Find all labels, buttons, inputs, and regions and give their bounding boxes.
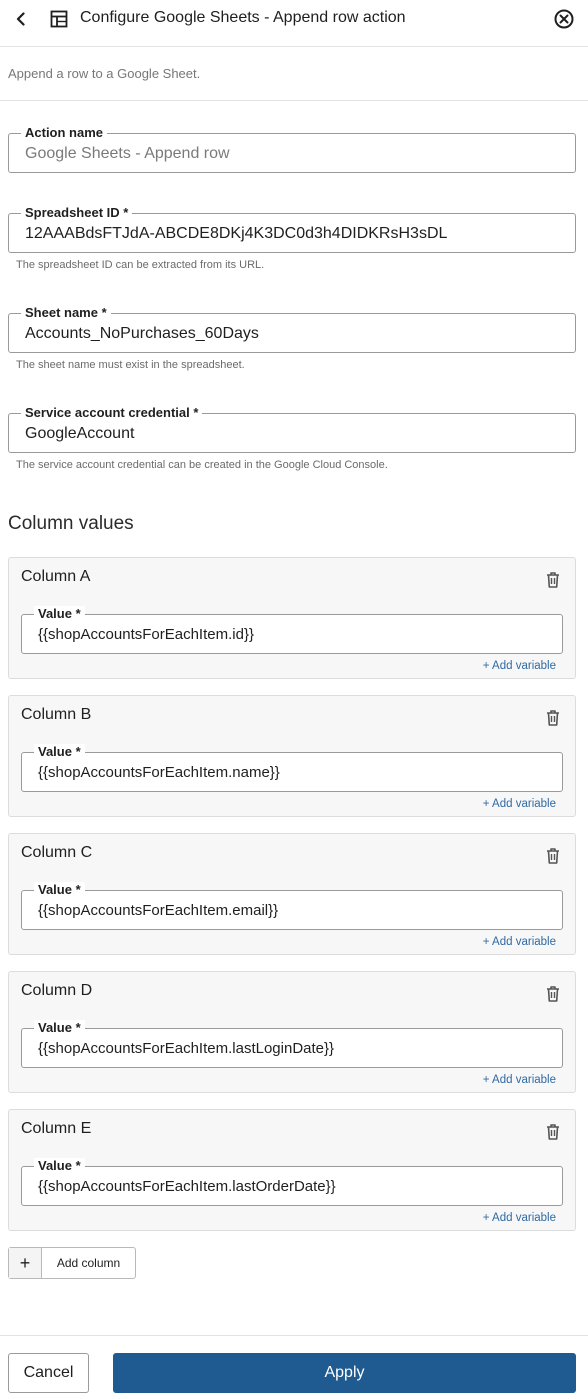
value-label: Value *: [34, 882, 85, 898]
trash-icon[interactable]: [545, 847, 561, 865]
credential-hint: The service account credential can be cr…: [16, 459, 388, 471]
credential-value: GoogleAccount: [25, 425, 135, 442]
column-value: {{shopAccountsForEachItem.lastOrderDate}…: [38, 1178, 336, 1195]
trash-icon[interactable]: [545, 1123, 561, 1141]
column-value-input[interactable]: Value * {{shopAccountsForEachItem.lastOr…: [21, 1158, 563, 1206]
action-name-field[interactable]: Action name Google Sheets - Append row: [8, 125, 576, 173]
dialog-footer: Cancel Apply: [0, 1335, 588, 1399]
sheet-name-value: Accounts_NoPurchases_60Days: [25, 325, 259, 342]
column-title: Column A: [21, 568, 91, 585]
column-title: Column C: [21, 844, 93, 861]
action-name-label: Action name: [21, 125, 108, 141]
action-name-placeholder: Google Sheets - Append row: [25, 145, 230, 162]
sheet-name-hint: The sheet name must exist in the spreads…: [16, 359, 245, 371]
trash-icon[interactable]: [545, 709, 561, 727]
trash-icon[interactable]: [545, 985, 561, 1003]
dialog-header: Configure Google Sheets - Append row act…: [0, 0, 588, 47]
add-column-button[interactable]: + Add column: [8, 1247, 136, 1279]
column-value-input[interactable]: Value * {{shopAccountsForEachItem.email}…: [21, 882, 563, 930]
column-value-input[interactable]: Value * {{shopAccountsForEachItem.lastLo…: [21, 1020, 563, 1068]
add-variable-link[interactable]: + Add variable: [483, 1074, 556, 1086]
column-card-c: Column C Value * {{shopAccountsForEachIt…: [8, 833, 576, 955]
apply-button[interactable]: Apply: [113, 1353, 576, 1393]
column-title: Column D: [21, 982, 93, 999]
table-icon: [50, 10, 68, 28]
action-description: Append a row to a Google Sheet.: [8, 66, 201, 81]
credential-field[interactable]: Service account credential * GoogleAccou…: [8, 405, 576, 453]
close-icon[interactable]: [553, 8, 575, 30]
cancel-button[interactable]: Cancel: [8, 1353, 89, 1393]
value-label: Value *: [34, 606, 85, 622]
sheet-name-label: Sheet name *: [21, 305, 111, 321]
spreadsheet-id-value: 12AAABdsFTJdA-ABCDE8DKj4K3DC0d3h4DIDKRsH…: [25, 225, 448, 242]
description-section: Append a row to a Google Sheet.: [0, 47, 588, 101]
back-button[interactable]: [10, 8, 32, 30]
column-card-e: Column E Value * {{shopAccountsForEachIt…: [8, 1109, 576, 1231]
spreadsheet-id-field[interactable]: Spreadsheet ID * 12AAABdsFTJdA-ABCDE8DKj…: [8, 205, 576, 253]
credential-label: Service account credential *: [21, 405, 203, 421]
spreadsheet-id-label: Spreadsheet ID *: [21, 205, 133, 221]
value-label: Value *: [34, 1020, 85, 1036]
add-column-label: Add column: [56, 1256, 121, 1270]
spreadsheet-id-hint: The spreadsheet ID can be extracted from…: [16, 259, 265, 271]
plus-icon: +: [9, 1248, 42, 1278]
sheet-name-field[interactable]: Sheet name * Accounts_NoPurchases_60Days: [8, 305, 576, 353]
column-card-d: Column D Value * {{shopAccountsForEachIt…: [8, 971, 576, 1093]
column-card-b: Column B Value * {{shopAccountsForEachIt…: [8, 695, 576, 817]
value-label: Value *: [34, 744, 85, 760]
trash-icon[interactable]: [545, 571, 561, 589]
add-variable-link[interactable]: + Add variable: [483, 660, 556, 672]
column-title: Column B: [21, 706, 92, 723]
dialog-title: Configure Google Sheets - Append row act…: [80, 9, 406, 26]
column-value: {{shopAccountsForEachItem.lastLoginDate}…: [38, 1040, 335, 1057]
value-label: Value *: [34, 1158, 85, 1174]
column-value: {{shopAccountsForEachItem.id}}: [38, 626, 254, 643]
column-title: Column E: [21, 1120, 92, 1137]
column-value: {{shopAccountsForEachItem.name}}: [38, 764, 280, 781]
column-values-heading: Column values: [8, 513, 134, 534]
column-value-input[interactable]: Value * {{shopAccountsForEachItem.name}}: [21, 744, 563, 792]
add-variable-link[interactable]: + Add variable: [483, 1212, 556, 1224]
column-value: {{shopAccountsForEachItem.email}}: [38, 902, 279, 919]
column-card-a: Column A Value * {{shopAccountsForEachIt…: [8, 557, 576, 679]
chevron-left-icon: [16, 12, 25, 26]
add-variable-link[interactable]: + Add variable: [483, 936, 556, 948]
add-variable-link[interactable]: + Add variable: [483, 798, 556, 810]
column-value-input[interactable]: Value * {{shopAccountsForEachItem.id}}: [21, 606, 563, 654]
